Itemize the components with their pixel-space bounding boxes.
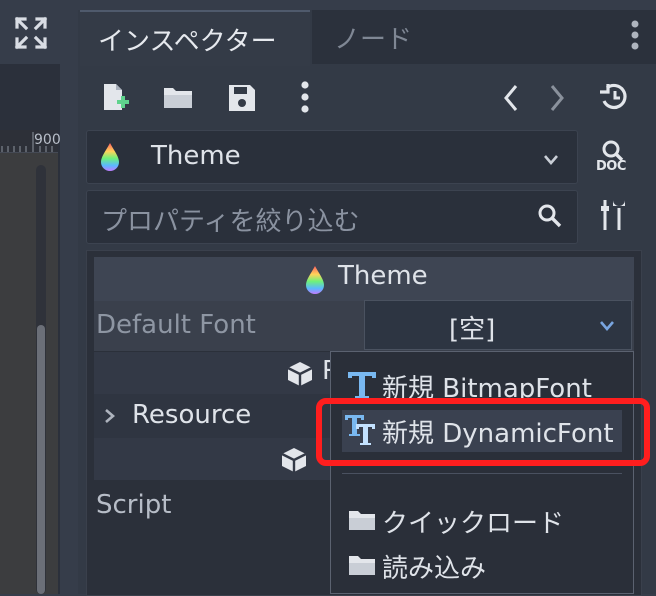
subresource-header-2 bbox=[94, 438, 334, 480]
tab-bar bbox=[432, 10, 656, 64]
default-font-value: [空] bbox=[449, 315, 496, 345]
subresource-header: R bbox=[94, 352, 340, 394]
back-icon[interactable] bbox=[502, 84, 520, 116]
tab-menu-icon[interactable] bbox=[628, 18, 642, 52]
cube-icon bbox=[286, 360, 314, 392]
history-icon[interactable] bbox=[598, 82, 630, 116]
menu-separator bbox=[342, 473, 622, 474]
menu-item-quick-load[interactable]: クイックロード bbox=[382, 503, 564, 540]
inspector-header: Theme bbox=[94, 257, 634, 301]
tab-inspector-label: インスペクター bbox=[98, 27, 277, 57]
resource-select[interactable]: Theme bbox=[86, 130, 578, 184]
resource-select-label: Theme bbox=[151, 141, 241, 171]
search-icon bbox=[537, 203, 563, 233]
theme-droplet-icon bbox=[99, 142, 121, 176]
save-icon[interactable] bbox=[228, 84, 256, 116]
theme-header-icon bbox=[304, 265, 326, 299]
tab-node[interactable]: ノード bbox=[312, 10, 432, 64]
cube-icon bbox=[280, 446, 308, 478]
folder-icon bbox=[348, 508, 376, 536]
resource-section-label: Resource bbox=[132, 400, 252, 430]
tab-inspector[interactable]: インスペクター bbox=[80, 10, 310, 66]
property-filter-input[interactable]: プロパティを絞り込む bbox=[86, 190, 578, 244]
chevron-down-icon bbox=[599, 317, 615, 336]
default-font-picker[interactable]: [空] bbox=[364, 300, 632, 350]
forward-icon[interactable] bbox=[548, 84, 566, 116]
ruler-label: 900 bbox=[34, 132, 61, 148]
doc-label: DOC bbox=[596, 159, 626, 174]
menu-item-load[interactable]: 読み込み bbox=[382, 548, 486, 585]
highlight-frame bbox=[316, 398, 650, 466]
inspector-header-label: Theme bbox=[338, 261, 428, 291]
canvas-viewport[interactable] bbox=[0, 130, 58, 594]
folder-icon bbox=[348, 553, 376, 581]
more-vertical-icon[interactable] bbox=[298, 80, 312, 118]
filter-placeholder: プロパティを絞り込む bbox=[101, 207, 360, 237]
fullscreen-toggle-icon[interactable] bbox=[14, 16, 48, 50]
open-folder-icon[interactable] bbox=[162, 84, 194, 114]
tab-node-label: ノード bbox=[334, 25, 413, 55]
new-resource-icon[interactable] bbox=[100, 82, 130, 116]
default-font-label: Default Font bbox=[96, 310, 256, 340]
scrollbar-thumb[interactable] bbox=[37, 325, 45, 594]
chevron-down-icon bbox=[543, 151, 559, 170]
doc-search-button[interactable]: DOC bbox=[596, 138, 630, 178]
object-properties-icon[interactable] bbox=[600, 198, 628, 236]
chevron-right-icon[interactable] bbox=[104, 408, 116, 428]
script-property-label: Script bbox=[96, 490, 172, 520]
